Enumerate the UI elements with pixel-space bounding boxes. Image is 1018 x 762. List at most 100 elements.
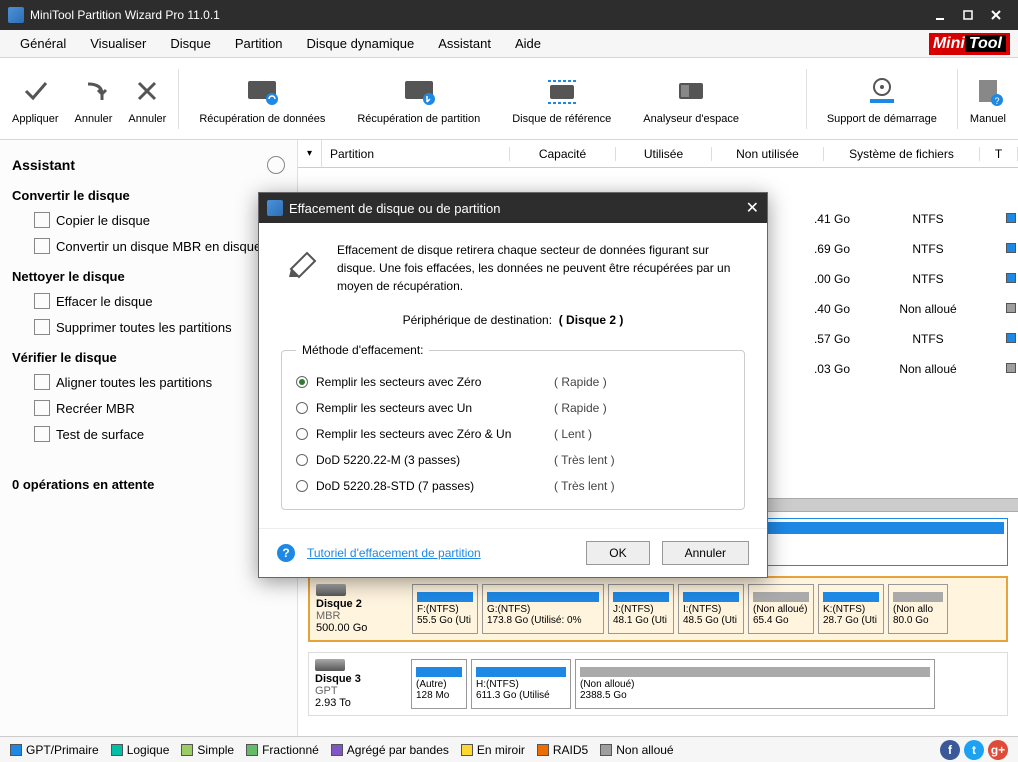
col-fs[interactable]: Système de fichiers — [824, 147, 980, 161]
menu-help[interactable]: Aide — [503, 32, 553, 55]
disk-2-row[interactable]: Disque 2 MBR 500.00 Go F:(NTFS)55.5 Go (… — [308, 576, 1008, 642]
space-analyzer-button[interactable]: Analyseur d'espace — [627, 69, 755, 129]
window-title: MiniTool Partition Wizard Pro 11.0.1 — [30, 8, 926, 22]
menu-general[interactable]: Général — [8, 32, 78, 55]
partition-recovery-button[interactable]: Récupération de partition — [341, 69, 496, 129]
menu-partition[interactable]: Partition — [223, 32, 295, 55]
dialog-titlebar[interactable]: Effacement de disque ou de partition ✕ — [259, 193, 767, 223]
app-icon — [267, 200, 283, 216]
dialog-close-button[interactable]: ✕ — [746, 198, 759, 218]
radio-icon — [296, 480, 308, 492]
reference-disk-button[interactable]: Disque de référence — [496, 69, 627, 129]
radio-icon — [296, 402, 308, 414]
col-capacity[interactable]: Capacité — [510, 147, 616, 161]
col-used[interactable]: Utilisée — [616, 147, 712, 161]
erase-method-option[interactable]: Remplir les secteurs avec Zéro & Un( Len… — [296, 421, 730, 447]
manual-icon: ? — [970, 73, 1006, 109]
menu-dynamic[interactable]: Disque dynamique — [295, 32, 427, 55]
brand-logo: MiniTool — [929, 33, 1010, 55]
legend-simple: Simple — [181, 743, 234, 757]
sidebar-assistant-head[interactable]: Assistant — [0, 148, 297, 178]
disk-recovery-icon — [244, 73, 280, 109]
erase-dialog: Effacement de disque ou de partition ✕ E… — [258, 192, 768, 578]
sidebar-recreate-mbr[interactable]: Recréer MBR — [0, 395, 297, 421]
disk-panel: Disque 2 MBR 500.00 Go F:(NTFS)55.5 Go (… — [298, 566, 1018, 736]
partition-box[interactable]: K:(NTFS)28.7 Go (Uti — [818, 584, 884, 634]
boot-media-button[interactable]: Support de démarrage — [811, 69, 953, 129]
erase-icon — [34, 293, 50, 309]
col-partition[interactable]: Partition — [322, 147, 510, 161]
sidebar-convert-head: Convertir le disque — [0, 178, 297, 207]
copy-icon — [34, 212, 50, 228]
titlebar: MiniTool Partition Wizard Pro 11.0.1 — [0, 0, 1018, 30]
menu-wizard[interactable]: Assistant — [426, 32, 503, 55]
svg-text:?: ? — [994, 96, 999, 106]
col-type[interactable]: T — [980, 147, 1018, 161]
ok-button[interactable]: OK — [586, 541, 649, 565]
sidebar-delete-all[interactable]: Supprimer toutes les partitions — [0, 314, 297, 340]
maximize-button[interactable] — [954, 5, 982, 25]
sidebar-pending: 0 opérations en attente — [0, 467, 297, 496]
apply-button[interactable]: Appliquer — [4, 69, 66, 129]
sidebar: Assistant Convertir le disque Copier le … — [0, 140, 298, 736]
partition-box[interactable]: (Non alloué)65.4 Go — [748, 584, 814, 634]
eraser-icon — [281, 241, 321, 281]
sidebar-copy-disk[interactable]: Copier le disque — [0, 207, 297, 233]
twitter-icon[interactable]: t — [964, 740, 984, 760]
tutorial-link[interactable]: Tutoriel d'effacement de partition — [307, 546, 481, 560]
footer: GPT/Primaire Logique Simple Fractionné A… — [0, 736, 1018, 762]
radio-icon — [296, 376, 308, 388]
legend-logical: Logique — [111, 743, 170, 757]
erase-method-option[interactable]: Remplir les secteurs avec Un( Rapide ) — [296, 395, 730, 421]
cancel-button[interactable]: Annuler — [120, 69, 174, 129]
dialog-destination: Périphérique de destination: ( Disque 2 … — [281, 311, 745, 329]
toolbar: Appliquer Annuler Annuler Récupération d… — [0, 58, 1018, 140]
col-unused[interactable]: Non utilisée — [712, 147, 824, 161]
menu-disk[interactable]: Disque — [158, 32, 222, 55]
menubar: Général Visualiser Disque Partition Disq… — [0, 30, 1018, 58]
partition-box[interactable]: (Non allo80.0 Go — [888, 584, 948, 634]
partition-recovery-icon — [401, 73, 437, 109]
help-icon[interactable]: ? — [277, 544, 295, 562]
chart-icon — [34, 426, 50, 442]
align-icon — [34, 374, 50, 390]
erase-method-option[interactable]: DoD 5220.28-STD (7 passes)( Très lent ) — [296, 473, 730, 499]
partition-box[interactable]: (Non alloué)2388.5 Go — [575, 659, 935, 709]
gplus-icon[interactable]: g+ — [988, 740, 1008, 760]
minimize-button[interactable] — [926, 5, 954, 25]
partition-box[interactable]: F:(NTFS)55.5 Go (Uti — [412, 584, 478, 634]
undo-icon — [75, 73, 111, 109]
partition-box[interactable]: J:(NTFS)48.1 Go (Uti — [608, 584, 674, 634]
erase-method-option[interactable]: Remplir les secteurs avec Zéro( Rapide ) — [296, 369, 730, 395]
check-icon — [17, 73, 53, 109]
partition-box[interactable]: I:(NTFS)48.5 Go (Uti — [678, 584, 744, 634]
legend-gpt: GPT/Primaire — [10, 743, 99, 757]
x-icon — [129, 73, 165, 109]
sidebar-clean-head: Nettoyer le disque — [0, 259, 297, 288]
sidebar-align-all[interactable]: Aligner toutes les partitions — [0, 369, 297, 395]
menu-view[interactable]: Visualiser — [78, 32, 158, 55]
sidebar-erase-disk[interactable]: Effacer le disque — [0, 288, 297, 314]
dialog-description: Effacement de disque retirera chaque sec… — [337, 241, 745, 295]
undo-button[interactable]: Annuler — [66, 69, 120, 129]
mbr-icon — [34, 400, 50, 416]
disk-icon — [315, 659, 345, 671]
erase-method-option[interactable]: DoD 5220.22-M (3 passes)( Très lent ) — [296, 447, 730, 473]
partition-box[interactable]: G:(NTFS)173.8 Go (Utilisé: 0% — [482, 584, 604, 634]
convert-icon — [34, 238, 50, 254]
boot-media-icon — [864, 73, 900, 109]
facebook-icon[interactable]: f — [940, 740, 960, 760]
space-analyzer-icon — [673, 73, 709, 109]
radio-icon — [296, 428, 308, 440]
partition-box[interactable]: H:(NTFS)611.3 Go (Utilisé — [471, 659, 571, 709]
close-button[interactable] — [982, 5, 1010, 25]
legend-span: Fractionné — [246, 743, 319, 757]
manual-button[interactable]: ? Manuel — [962, 69, 1014, 129]
sidebar-surface-test[interactable]: Test de surface — [0, 421, 297, 447]
legend-mirror: En miroir — [461, 743, 525, 757]
cancel-modal-button[interactable]: Annuler — [662, 541, 749, 565]
data-recovery-button[interactable]: Récupération de données — [183, 69, 341, 129]
partition-box[interactable]: (Autre)128 Mo — [411, 659, 467, 709]
disk-3-row[interactable]: Disque 3 GPT 2.93 To (Autre)128 MoH:(NTF… — [308, 652, 1008, 716]
sidebar-convert-mbr[interactable]: Convertir un disque MBR en disque G — [0, 233, 297, 259]
